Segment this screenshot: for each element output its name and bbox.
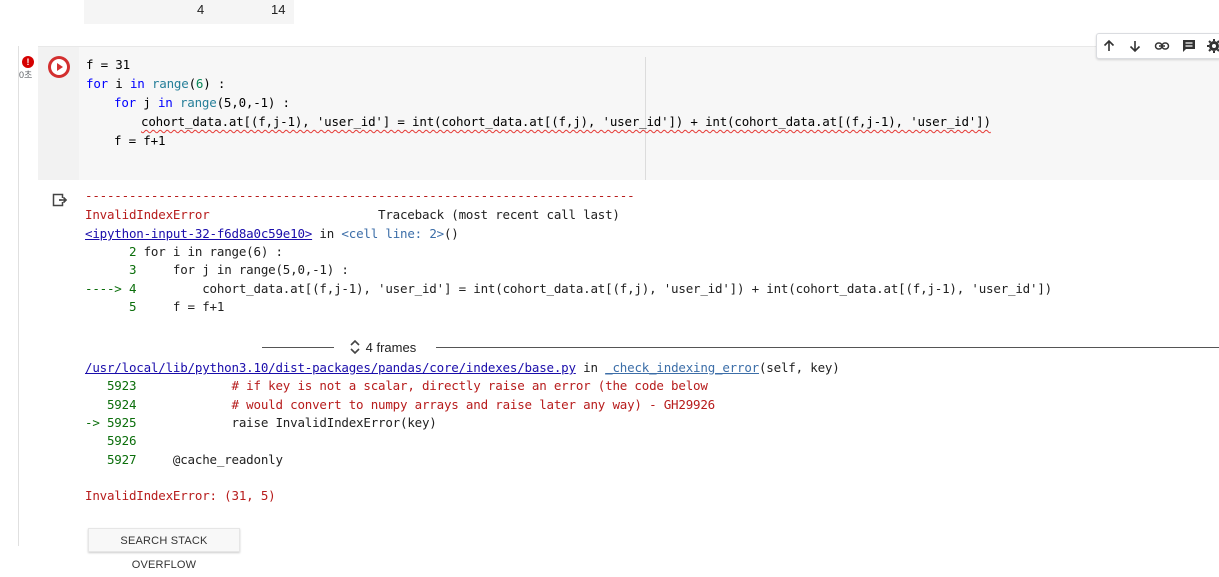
expand-icon xyxy=(350,339,360,355)
lib-line-5924: 5924 # would convert to numpy arrays and… xyxy=(85,397,716,412)
frames-label: 4 frames xyxy=(365,340,417,355)
frames-toggle[interactable]: 4 frames xyxy=(348,338,416,356)
code-line-2: for i in range(6) : xyxy=(86,76,226,91)
traceback-location: <ipython-input-32-f6d8a0c59e10> in <cell… xyxy=(85,226,459,241)
code-line-4: cohort_data.at[(f,j-1), 'user_id'] = int… xyxy=(141,114,991,129)
traceback-line-4: ----> 4 cohort_data.at[(f,j-1), 'user_id… xyxy=(85,281,1052,296)
arrow-up-icon[interactable] xyxy=(1101,38,1117,54)
prev-cell-b: 14 xyxy=(271,2,286,17)
code-line-1: f = 31 xyxy=(86,57,130,72)
search-stack-overflow-button[interactable]: SEARCH STACK OVERFLOW xyxy=(88,528,240,571)
code-line-5: f = f+1 xyxy=(114,133,166,148)
traceback-line-2: 2 for i in range(6) : xyxy=(85,244,283,259)
play-icon xyxy=(51,59,67,75)
traceback-line-3: 3 for j in range(5,0,-1) : xyxy=(85,262,349,277)
lib-line-5925: -> 5925 raise InvalidIndexError(key) xyxy=(85,415,437,430)
comment-icon[interactable] xyxy=(1181,38,1197,54)
ipython-input-link[interactable]: <ipython-input-32-f6d8a0c59e10> xyxy=(85,226,312,241)
code-line-3: for j in range(5,0,-1) : xyxy=(114,95,290,110)
gutter-divider xyxy=(18,46,19,546)
gear-icon[interactable] xyxy=(1206,38,1219,54)
cell-toolbar xyxy=(1096,33,1219,59)
lib-line-5927: 5927 @cache_readonly xyxy=(85,452,283,467)
lib-line-5926: 5926 xyxy=(85,433,137,448)
output-menu-icon[interactable] xyxy=(52,192,68,208)
error-name: InvalidIndexError xyxy=(85,207,210,222)
previous-output-row: 4 14 xyxy=(84,0,294,24)
run-cell-button[interactable] xyxy=(48,56,70,78)
prev-cell-a: 4 xyxy=(197,2,205,17)
link-icon[interactable] xyxy=(1154,38,1170,54)
lib-location: /usr/local/lib/python3.10/dist-packages/… xyxy=(85,360,840,375)
traceback-label: Traceback (most recent call last) xyxy=(378,207,620,222)
execution-time: 0초 xyxy=(19,70,33,80)
lib-file-link[interactable]: /usr/local/lib/python3.10/dist-packages/… xyxy=(85,360,576,375)
lib-line-5923: 5923 # if key is not a scalar, directly … xyxy=(85,378,708,393)
error-badge-icon: ! xyxy=(22,56,34,68)
traceback-line-5: 5 f = f+1 xyxy=(85,299,225,314)
arrow-down-icon[interactable] xyxy=(1127,38,1143,54)
frames-divider-right xyxy=(436,347,1219,348)
final-error: InvalidIndexError: (31, 5) xyxy=(85,488,276,503)
frames-divider-left xyxy=(262,347,334,348)
traceback-separator: ----------------------------------------… xyxy=(85,188,635,203)
